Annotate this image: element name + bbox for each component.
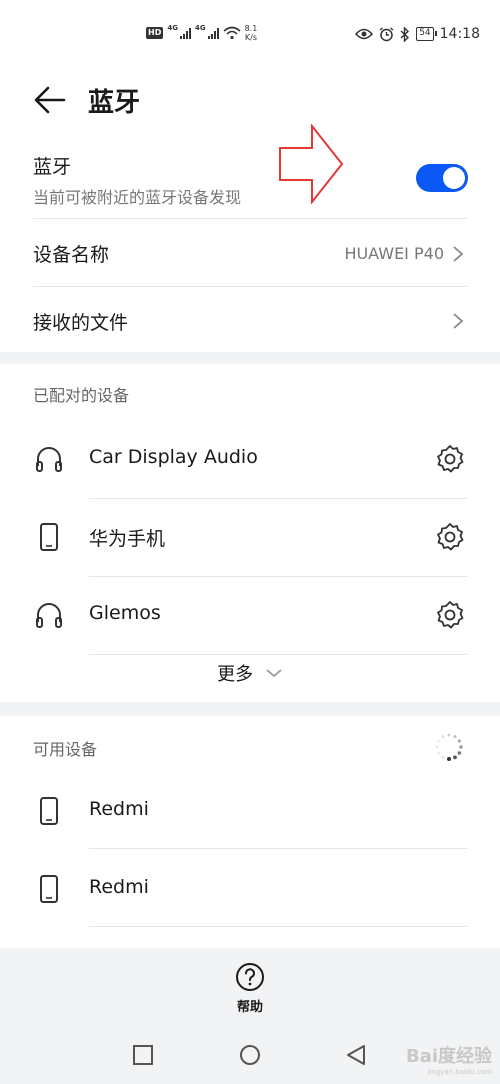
- bluetooth-switch[interactable]: [416, 164, 468, 192]
- divider: [89, 926, 467, 927]
- device-name-value: HUAWEI P40: [344, 244, 444, 263]
- device-name-label: 设备名称: [33, 244, 110, 266]
- device-name: Redmi: [89, 876, 149, 898]
- paired-device-row[interactable]: Car Display Audio: [0, 420, 500, 498]
- more-label: 更多: [217, 664, 254, 685]
- gear-icon[interactable]: [435, 444, 465, 474]
- hd-badge: HD: [146, 27, 164, 39]
- help-icon[interactable]: [235, 962, 265, 992]
- app-header: 蓝牙: [0, 64, 500, 136]
- headphones-icon: [36, 447, 62, 472]
- paired-device-row[interactable]: Glemos: [0, 576, 500, 654]
- phone-icon: [40, 797, 58, 825]
- device-name: Car Display Audio: [89, 446, 258, 468]
- settings-card: 蓝牙 当前可被附近的蓝牙设备发现 设备名称 HUAWEI P40 接收的文件: [0, 124, 500, 352]
- received-files-label: 接收的文件: [33, 312, 129, 334]
- available-device-row[interactable]: Redmi: [0, 850, 500, 928]
- network-type-1: 4G: [167, 24, 178, 32]
- device-name: Glemos: [89, 602, 161, 624]
- bluetooth-label: 蓝牙: [33, 156, 72, 178]
- divider: [33, 218, 467, 219]
- status-bar: HD 4G 4G 8.1 K/s 54 14:18: [0, 0, 500, 64]
- status-right: 54 14:18: [355, 26, 480, 42]
- signal-icon-2: [207, 27, 219, 39]
- bluetooth-icon: [400, 26, 410, 42]
- divider: [89, 848, 467, 849]
- back-icon[interactable]: [345, 1044, 367, 1066]
- paired-section-title: 已配对的设备: [33, 386, 130, 405]
- wifi-icon: [223, 26, 241, 40]
- watermark: Bai度经验 jingyan.baidu.com: [405, 1046, 492, 1076]
- available-device-row[interactable]: Redmi: [0, 772, 500, 850]
- status-left: HD 4G 4G 8.1 K/s: [146, 24, 257, 42]
- gear-icon[interactable]: [435, 600, 465, 630]
- battery-icon: 54: [416, 27, 438, 41]
- divider: [33, 286, 467, 287]
- paired-devices-card: 已配对的设备 Car Display Audio 华为手机 Glemos 更多: [0, 364, 500, 702]
- back-arrow-icon[interactable]: [34, 86, 66, 114]
- divider: [89, 654, 467, 655]
- eye-icon: [355, 28, 374, 40]
- paired-device-row[interactable]: 华为手机: [0, 498, 500, 576]
- device-name: Redmi: [89, 798, 149, 820]
- device-name: 华为手机: [89, 528, 166, 550]
- network-type-2: 4G: [194, 24, 206, 32]
- bluetooth-subtitle: 当前可被附近的蓝牙设备发现: [33, 188, 242, 207]
- page-title: 蓝牙: [88, 88, 141, 118]
- net-speed: 8.1 K/s: [244, 24, 258, 42]
- available-section-title: 可用设备: [33, 740, 98, 759]
- help-label[interactable]: 帮助: [0, 996, 500, 1015]
- signal-icon: [179, 27, 191, 39]
- recent-apps-icon[interactable]: [132, 1044, 154, 1066]
- bottom-bar: 帮助 Bai度经验 jingyan.baidu.com: [0, 948, 500, 1084]
- gear-icon[interactable]: [435, 522, 465, 552]
- switch-knob: [443, 167, 465, 189]
- red-arrow-annotation: [279, 124, 344, 204]
- phone-icon: [40, 875, 58, 903]
- alarm-icon: [379, 26, 394, 41]
- phone-icon: [40, 523, 58, 551]
- home-icon[interactable]: [239, 1044, 261, 1066]
- more-button[interactable]: 更多: [0, 660, 500, 694]
- chevron-right-icon: [453, 246, 464, 262]
- chevron-down-icon: [266, 669, 282, 678]
- chevron-right-icon: [453, 313, 464, 329]
- available-devices-card: 可用设备 Redmi Redmi: [0, 716, 500, 948]
- headphones-icon: [36, 603, 62, 628]
- loading-spinner-icon: [435, 733, 463, 761]
- clock: 14:18: [439, 26, 480, 42]
